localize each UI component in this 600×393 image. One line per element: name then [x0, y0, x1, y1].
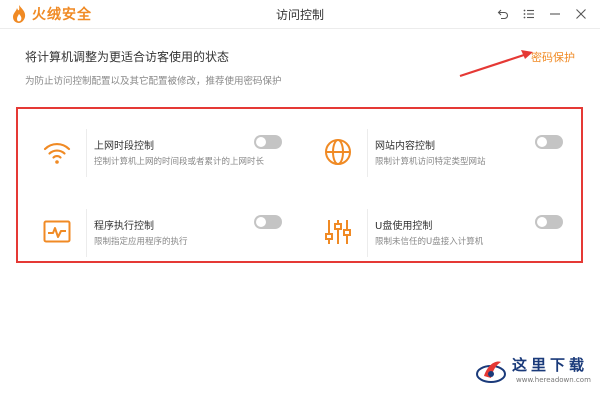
- menu-icon: [523, 9, 534, 19]
- title-bar: 火绒安全 访问控制: [0, 0, 600, 29]
- usb-control-toggle[interactable]: [535, 215, 563, 229]
- card-divider: [86, 129, 87, 177]
- card-description: 限制未信任的U盘接入计算机: [375, 237, 484, 247]
- card-title: 网站内容控制: [375, 141, 435, 152]
- card-divider: [367, 209, 368, 257]
- close-icon: [576, 9, 586, 19]
- wifi-icon: [43, 142, 71, 164]
- card-description: 控制计算机上网的时间段或者累计的上网时长: [94, 157, 265, 167]
- card-divider: [367, 129, 368, 177]
- password-protect-link[interactable]: 密码保护: [531, 49, 575, 65]
- card-title: U盘使用控制: [375, 221, 433, 232]
- toggle-knob: [537, 217, 547, 227]
- back-arrow-icon: [497, 9, 508, 20]
- access-control-panel: 上网时段控制 控制计算机上网的时间段或者累计的上网时长 网站内容控制 限制计算机…: [16, 107, 583, 263]
- watermark-title: 这里下载: [512, 356, 589, 374]
- toggle-knob: [537, 137, 547, 147]
- window-controls: [490, 4, 594, 24]
- card-description: 限制计算机访问特定类型网站: [375, 157, 486, 167]
- card-description: 限制指定应用程序的执行: [94, 237, 188, 247]
- card-program-execution: 程序执行控制 限制指定应用程序的执行: [24, 203, 286, 263]
- card-online-time: 上网时段控制 控制计算机上网的时间段或者累计的上网时长: [24, 123, 286, 183]
- toggle-knob: [256, 217, 266, 227]
- program-execution-toggle[interactable]: [254, 215, 282, 229]
- watermark-url: www.hereadown.com: [516, 376, 591, 384]
- minimize-button[interactable]: [542, 4, 568, 24]
- program-monitor-icon: [43, 220, 71, 243]
- website-content-toggle[interactable]: [535, 135, 563, 149]
- watermark: 这里下载 www.hereadown.com: [474, 352, 594, 390]
- usb-sliders-icon: [325, 220, 351, 244]
- menu-button[interactable]: [516, 4, 542, 24]
- card-website-content: 网站内容控制 限制计算机访问特定类型网站: [305, 123, 567, 183]
- close-button[interactable]: [568, 4, 594, 24]
- minimize-icon: [550, 13, 560, 15]
- globe-icon: [325, 139, 351, 165]
- toggle-knob: [256, 137, 266, 147]
- watermark-logo-icon: [476, 361, 506, 383]
- card-divider: [86, 209, 87, 257]
- card-title: 上网时段控制: [94, 141, 154, 152]
- card-title: 程序执行控制: [94, 221, 154, 232]
- online-time-toggle[interactable]: [254, 135, 282, 149]
- card-usb-control: U盘使用控制 限制未信任的U盘接入计算机: [305, 203, 567, 263]
- back-button[interactable]: [490, 4, 516, 24]
